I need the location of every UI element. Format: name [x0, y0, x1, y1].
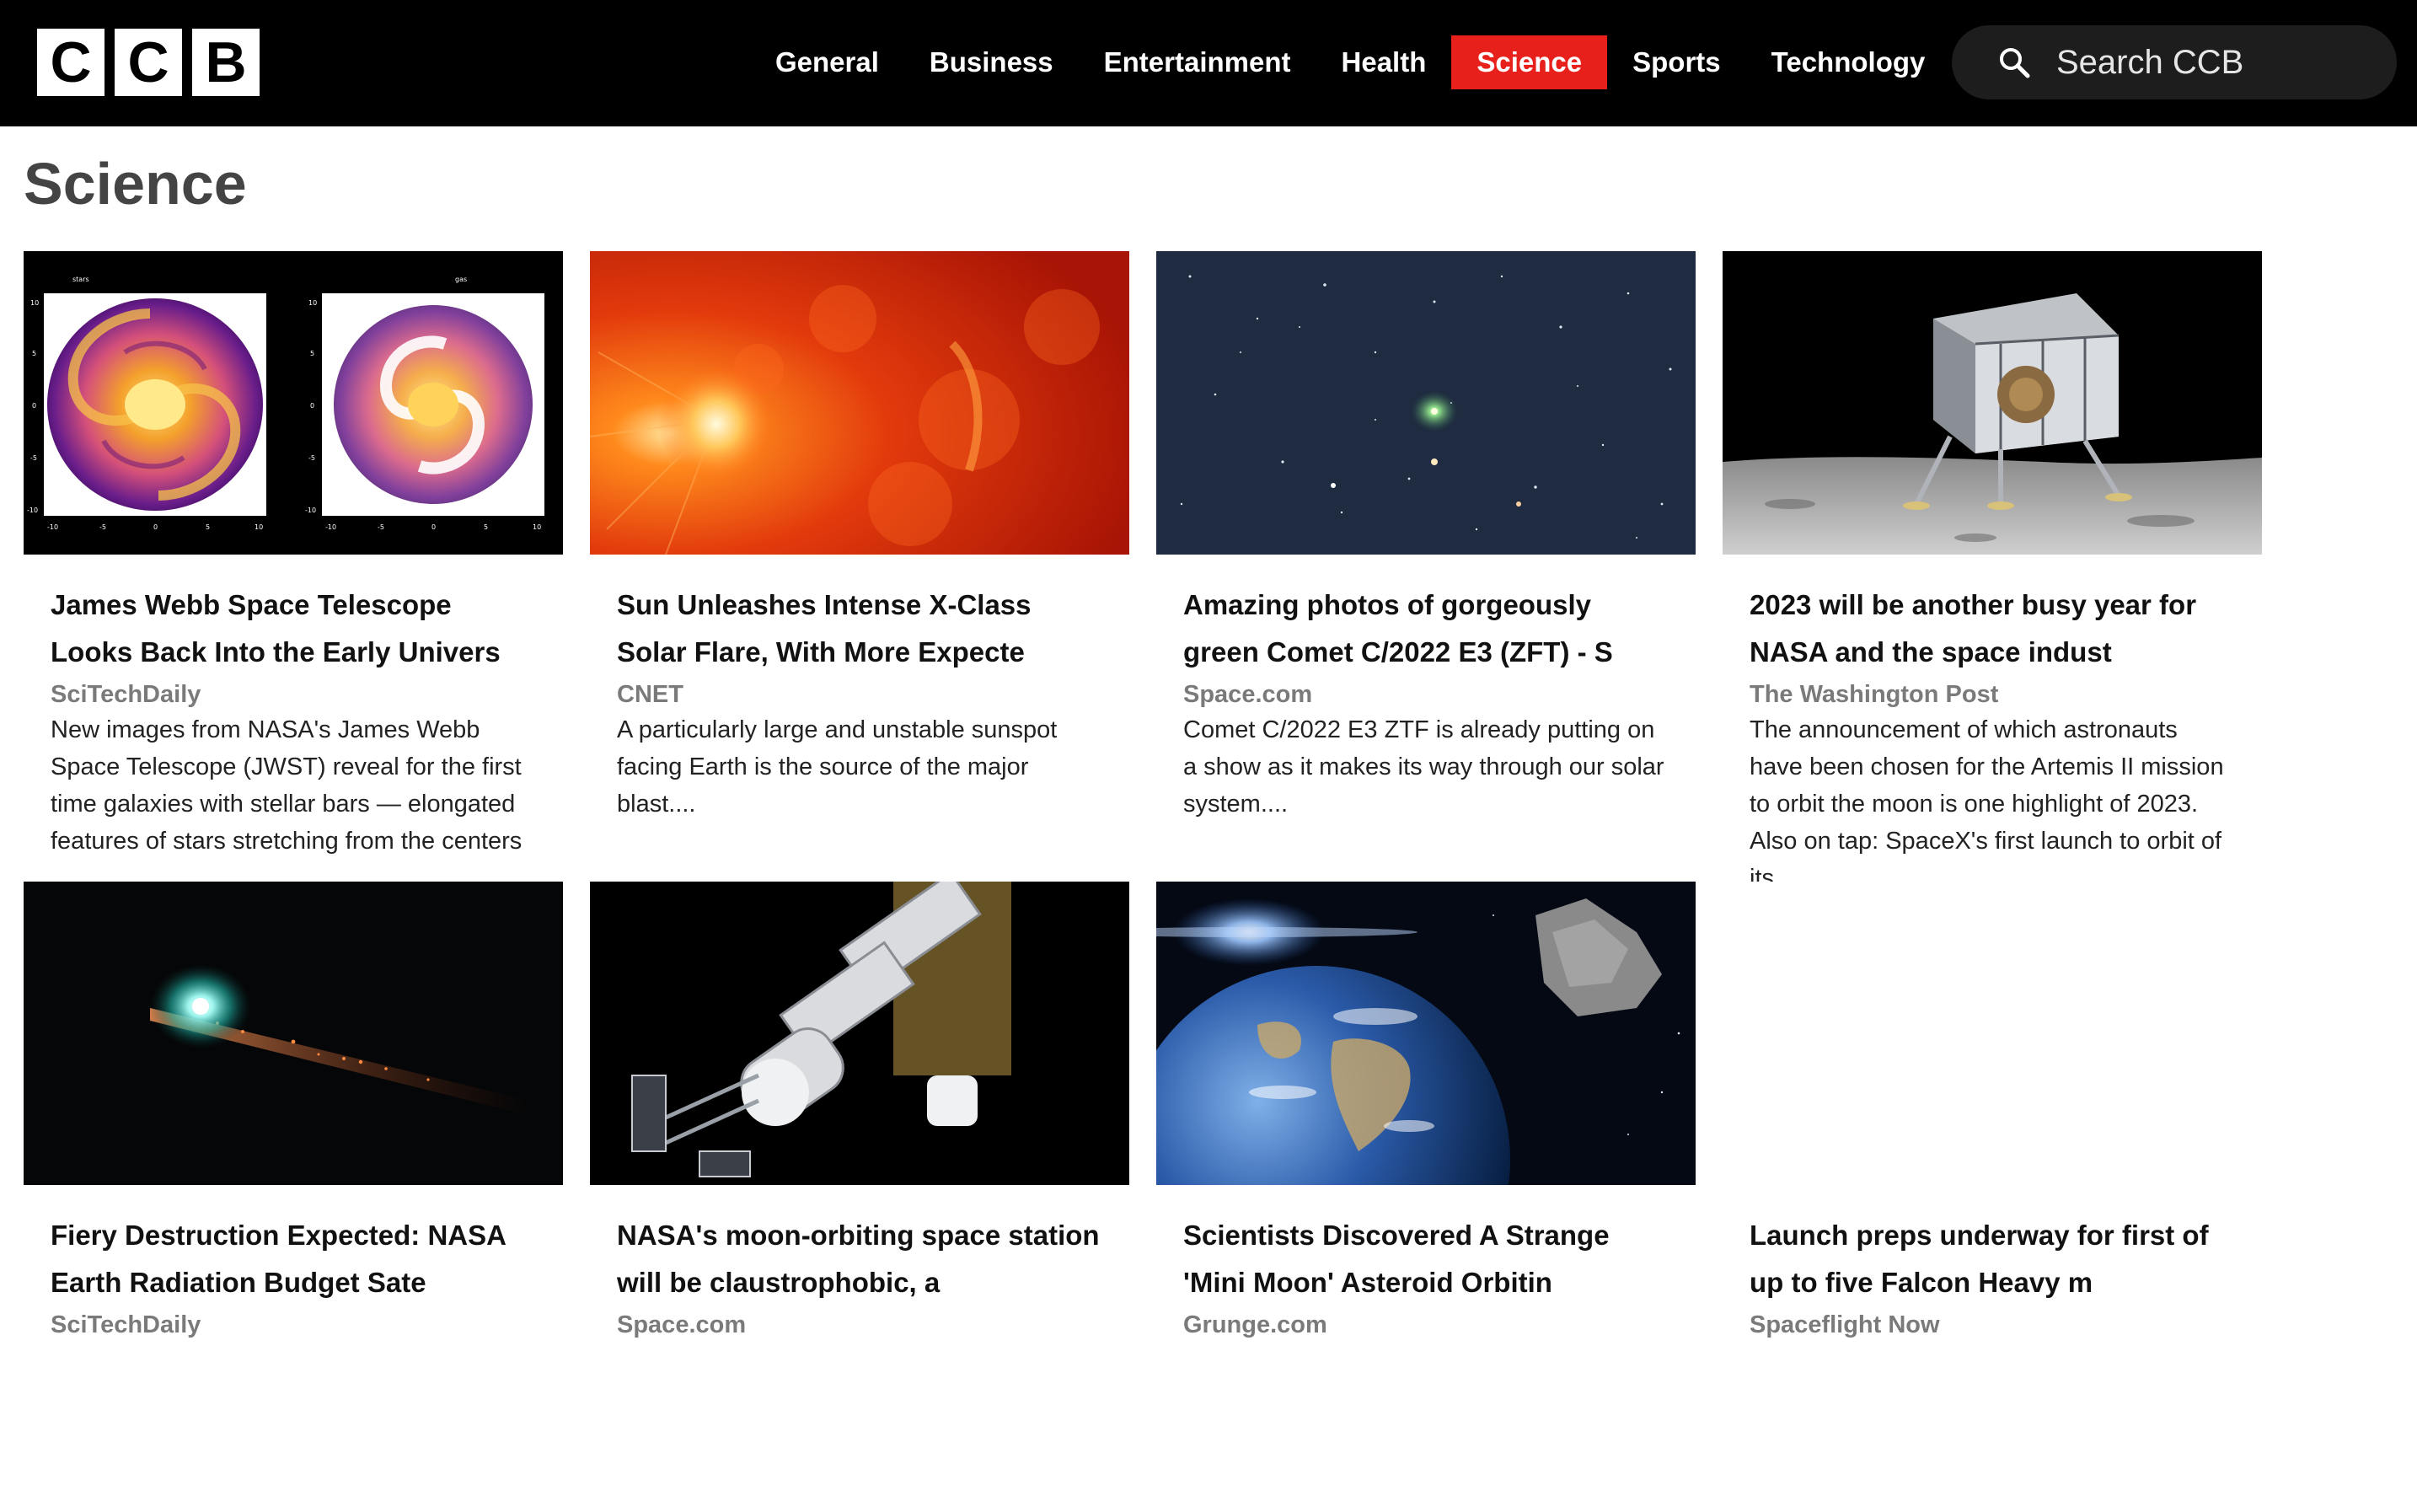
article-source: The Washington Post [1750, 681, 1999, 708]
article-source: CNET [617, 681, 683, 708]
nav-item-entertainment[interactable]: Entertainment [1079, 35, 1316, 89]
x-tick-label: 5 [206, 523, 210, 531]
y-tick-label: -10 [27, 507, 38, 514]
x-tick-label: 10 [533, 523, 541, 531]
category-nav: General Business Entertainment Health Sc… [750, 35, 1950, 89]
article-description: Comet C/2022 E3 ZTF is already putting o… [1183, 716, 1664, 818]
nav-item-technology[interactable]: Technology [1746, 35, 1951, 89]
article-source: Grunge.com [1183, 1311, 1327, 1338]
article-title[interactable]: Fiery Destruction Expected: NASA Earth R… [51, 1212, 536, 1306]
nav-item-general[interactable]: General [750, 35, 904, 89]
x-tick-label: 0 [153, 523, 158, 531]
plot-title-gas: gas [455, 276, 467, 283]
article-title[interactable]: Launch preps underway for first of up to… [1750, 1212, 2235, 1306]
search-icon[interactable] [1997, 46, 2031, 79]
article-card[interactable]: Launch preps underway for first of up to… [1723, 882, 2262, 1512]
article-source: SciTechDaily [51, 1311, 201, 1338]
article-thumbnail-lunar-lander[interactable] [1723, 251, 2262, 555]
logo-letter: C [37, 29, 105, 96]
nav-item-science[interactable]: Science [1451, 35, 1608, 89]
article-thumbnail-space-station[interactable] [590, 882, 1129, 1185]
article-thumbnail-solar-flare[interactable] [590, 251, 1129, 555]
article-card[interactable]: stars gas -10 -5 0 5 10 -10 -5 0 5 10 10… [24, 251, 563, 882]
y-tick-label: -5 [308, 454, 315, 462]
x-tick-label: -10 [325, 523, 336, 531]
y-tick-label: 5 [310, 350, 314, 357]
article-title[interactable]: James Webb Space Telescope Looks Back In… [51, 582, 536, 676]
search-box[interactable] [1952, 25, 2397, 99]
page-title: Science [24, 151, 247, 217]
y-tick-label: 5 [32, 350, 36, 357]
logo-letter: C [115, 29, 182, 96]
article-card[interactable]: Sun Unleashes Intense X-Class Solar Flar… [590, 251, 1129, 882]
article-source: Spaceflight Now [1750, 1311, 1940, 1338]
y-tick-label: -5 [30, 454, 37, 462]
ccb-logo[interactable]: C C B [37, 29, 260, 96]
x-tick-label: 10 [255, 523, 263, 531]
x-tick-label: 0 [431, 523, 436, 531]
x-tick-label: -10 [47, 523, 58, 531]
article-source: SciTechDaily [51, 681, 201, 708]
article-title[interactable]: Sun Unleashes Intense X-Class Solar Flar… [617, 582, 1102, 676]
y-tick-label: -10 [305, 507, 316, 514]
article-thumbnail-earth-asteroid[interactable] [1156, 882, 1696, 1185]
article-card[interactable]: NASA's moon-orbiting space station will … [590, 882, 1129, 1512]
y-tick-label: 0 [310, 402, 314, 410]
nav-item-business[interactable]: Business [904, 35, 1079, 89]
search-input[interactable] [2056, 37, 2377, 88]
article-description: New images from NASA's James Webb Space … [51, 716, 523, 855]
nav-item-sports[interactable]: Sports [1607, 35, 1746, 89]
top-navigation-bar: C C B General Business Entertainment Hea… [0, 0, 2417, 126]
article-thumbnail-satellite-reentry[interactable] [24, 882, 563, 1185]
article-thumbnail-empty [1723, 882, 2262, 1185]
article-source: Space.com [617, 1311, 747, 1338]
x-tick-label: -5 [378, 523, 384, 531]
article-card[interactable]: Scientists Discovered A Strange 'Mini Mo… [1156, 882, 1696, 1512]
article-source: Space.com [1183, 681, 1313, 708]
article-card[interactable]: 2023 will be another busy year for NASA … [1723, 251, 2262, 882]
y-tick-label: 10 [308, 299, 317, 307]
article-title[interactable]: 2023 will be another busy year for NASA … [1750, 582, 2235, 676]
article-title[interactable]: Amazing photos of gorgeously green Comet… [1183, 582, 1669, 676]
article-grid: stars gas -10 -5 0 5 10 -10 -5 0 5 10 10… [24, 251, 2262, 1512]
y-tick-label: 0 [32, 402, 36, 410]
article-thumbnail-green-comet[interactable] [1156, 251, 1696, 555]
plot-title-stars: stars [72, 276, 89, 283]
article-description: A particularly large and unstable sunspo… [617, 716, 1058, 818]
x-tick-label: 5 [484, 523, 488, 531]
article-title[interactable]: NASA's moon-orbiting space station will … [617, 1212, 1102, 1306]
article-thumbnail-galaxy-plots[interactable]: stars gas -10 -5 0 5 10 -10 -5 0 5 10 10… [24, 251, 563, 555]
article-card[interactable]: Fiery Destruction Expected: NASA Earth R… [24, 882, 563, 1512]
logo-letter: B [192, 29, 260, 96]
article-description: The announcement of which astronauts hav… [1750, 716, 2224, 882]
nav-item-health[interactable]: Health [1316, 35, 1452, 89]
article-title[interactable]: Scientists Discovered A Strange 'Mini Mo… [1183, 1212, 1669, 1306]
x-tick-label: -5 [99, 523, 106, 531]
y-tick-label: 10 [30, 299, 39, 307]
article-card[interactable]: Amazing photos of gorgeously green Comet… [1156, 251, 1696, 882]
